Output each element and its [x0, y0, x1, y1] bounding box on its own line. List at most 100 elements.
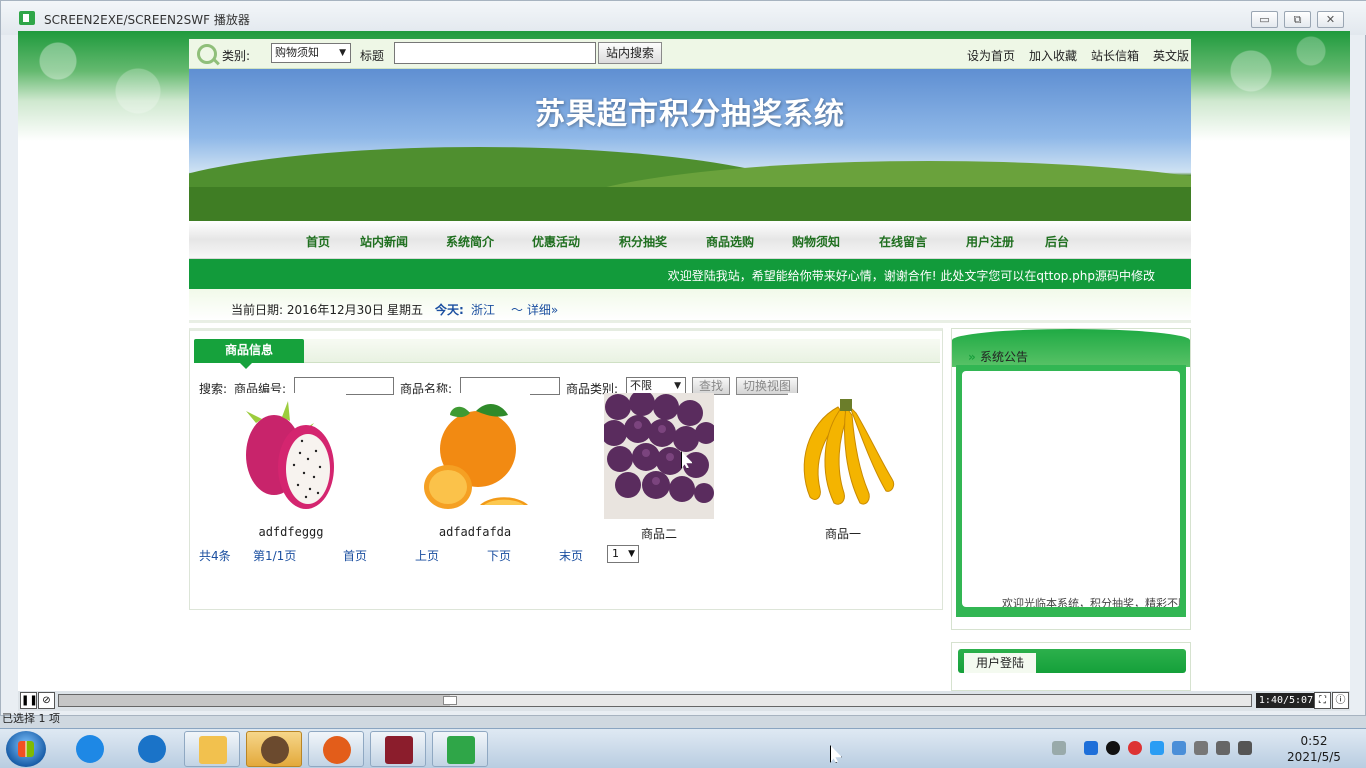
page-select[interactable]: 1 ▼	[607, 545, 639, 563]
sogou-icon	[76, 735, 104, 763]
nav-shopping[interactable]: 商品选购	[706, 233, 754, 250]
prev-page-link[interactable]: 上页	[415, 547, 439, 564]
nav-shopping-guide[interactable]: 购物须知	[792, 233, 840, 250]
last-page-link[interactable]: 末页	[559, 547, 583, 564]
nav-guestbook[interactable]: 在线留言	[879, 233, 927, 250]
nav-about[interactable]: 系统简介	[446, 233, 494, 250]
set-homepage-link[interactable]: 设为首页	[967, 49, 1015, 63]
website: 类别: 购物须知 ▼ 标题 站内搜索 设为首页 加入收藏 站长信箱 英文版 苏果超市积…	[189, 39, 1191, 691]
player-logo-icon	[19, 11, 35, 25]
settings-icon[interactable]: ⊘	[38, 692, 55, 709]
dropdown-arrow-icon: ▼	[628, 549, 635, 559]
keyboard-icon[interactable]	[1052, 741, 1066, 755]
game-icon	[323, 736, 351, 764]
taskbar-app-winrar[interactable]	[370, 731, 426, 767]
close-button[interactable]: ✕	[1317, 11, 1344, 28]
player-controls: ❚❚ ⊘ 1:40/5:07 ⛶ ⓘ	[18, 691, 1350, 711]
date-bar: 当前日期: 2016年12月30日 星期五 今天: 浙江 ～ 详细»	[189, 289, 1191, 323]
taskbar: 0:52 2021/5/5	[0, 728, 1366, 768]
product-name[interactable]: adfdfeggg	[236, 525, 346, 539]
nav-news[interactable]: 站内新闻	[360, 233, 408, 250]
product-name[interactable]: 商品二	[604, 525, 714, 542]
folder-icon	[199, 736, 227, 764]
user-login-panel: 用户登陆	[951, 642, 1191, 691]
screen2swf-icon	[447, 736, 475, 764]
dropdown-arrow-icon: ▼	[339, 48, 346, 58]
page-indicator: 第1/1页	[253, 549, 297, 563]
usb-icon[interactable]	[1194, 741, 1208, 755]
notice-title: 系统公告	[968, 348, 1028, 365]
products-panel: 商品信息 搜索: 商品编号: 商品名称: 商品类别: 不限 ▼ 查找 切换视图	[189, 328, 943, 610]
tab-products[interactable]: 商品信息	[194, 339, 304, 369]
add-favorite-link[interactable]: 加入收藏	[1029, 49, 1077, 63]
taskbar-app-game[interactable]	[308, 731, 364, 767]
product-name[interactable]: adfadfafda	[420, 525, 530, 539]
grape-image[interactable]	[604, 393, 714, 519]
nav-register[interactable]: 用户注册	[966, 233, 1014, 250]
orange-image[interactable]	[420, 393, 530, 519]
banana-image[interactable]	[788, 393, 898, 519]
title-search-input[interactable]	[394, 42, 596, 64]
taskbar-clock[interactable]: 0:52 2021/5/5	[1280, 733, 1348, 765]
notice-body: 欢迎光临本系统，积分抽奖，精彩不断	[956, 365, 1186, 617]
fullscreen-icon[interactable]: ⛶	[1314, 692, 1331, 709]
dragonfruit-image[interactable]	[236, 393, 346, 519]
pause-icon[interactable]: ❚❚	[20, 692, 38, 709]
main-nav: 首页 站内新闻 系统简介 优惠活动 积分抽奖 商品选购 购物须知 在线留言 用户…	[189, 221, 1191, 259]
progress-track[interactable]	[58, 694, 1252, 707]
network-shield-icon[interactable]	[1150, 741, 1164, 755]
taskbar-app-screen2swf[interactable]	[432, 731, 488, 767]
product-card[interactable]: adfadfafda	[420, 393, 530, 539]
notice-scroll-text: 欢迎光临本系统，积分抽奖，精彩不断	[1002, 597, 1180, 607]
product-card[interactable]: adfdfeggg	[236, 393, 346, 539]
weekday: 星期五	[387, 303, 424, 317]
progress-fill	[59, 695, 450, 706]
next-page-link[interactable]: 下页	[487, 547, 511, 564]
weather-detail-link[interactable]: ～ 详细»	[511, 301, 558, 318]
recording-viewport: 类别: 购物须知 ▼ 标题 站内搜索 设为首页 加入收藏 站长信箱 英文版 苏果超市积…	[18, 31, 1350, 691]
background-pattern-left	[18, 31, 189, 141]
signal-icon[interactable]	[1238, 741, 1252, 755]
category-select[interactable]: 购物须知 ▼	[271, 43, 351, 63]
restore-button[interactable]: ⧉	[1284, 11, 1311, 28]
taskbar-app-sogou[interactable]	[62, 731, 118, 767]
winrar-icon	[385, 736, 413, 764]
total-count: 共4条	[199, 549, 231, 563]
product-card[interactable]: 商品一	[788, 393, 898, 542]
clock-time: 0:52	[1300, 734, 1328, 748]
today-label: 今天:	[435, 303, 464, 317]
avatar-icon	[261, 736, 289, 764]
product-name[interactable]: 商品一	[788, 525, 898, 542]
taskbar-app-explorer[interactable]	[184, 731, 240, 767]
info-icon[interactable]: ⓘ	[1332, 692, 1349, 709]
product-card[interactable]: 商品二	[604, 393, 714, 542]
title-label: 标题	[360, 49, 385, 63]
nav-home[interactable]: 首页	[306, 233, 330, 250]
english-version-link[interactable]: 英文版	[1153, 49, 1189, 63]
category-label: 类别:	[222, 49, 251, 63]
magnifier-icon	[197, 44, 217, 64]
nav-lottery[interactable]: 积分抽奖	[619, 233, 667, 250]
qq-icon[interactable]	[1106, 741, 1120, 755]
minimize-button[interactable]: ▭	[1251, 11, 1278, 28]
start-button[interactable]	[6, 731, 46, 767]
banner-field	[189, 187, 1191, 221]
site-topbar: 类别: 购物须知 ▼ 标题 站内搜索 设为首页 加入收藏 站长信箱 英文版	[189, 39, 1191, 69]
security-icon[interactable]	[1128, 741, 1142, 755]
first-page-link[interactable]: 首页	[343, 547, 367, 564]
taskbar-app-k[interactable]	[124, 731, 180, 767]
tray-app-icon[interactable]	[1084, 741, 1098, 755]
nav-promotions[interactable]: 优惠活动	[532, 233, 580, 250]
player-titlebar: SCREEN2EXE/SCREEN2SWF 播放器 ▭ ⧉ ✕	[1, 1, 1366, 35]
progress-thumb[interactable]	[442, 696, 457, 705]
site-search-button[interactable]: 站内搜索	[598, 42, 662, 64]
webmaster-mail-link[interactable]: 站长信箱	[1091, 49, 1139, 63]
volume-icon[interactable]	[1216, 741, 1230, 755]
playback-time: 1:40/5:07	[1256, 693, 1316, 708]
taskbar-app-avatar[interactable]	[246, 731, 302, 767]
site-banner: 苏果超市积分抽奖系统	[189, 69, 1191, 221]
nav-admin[interactable]: 后台	[1045, 233, 1069, 250]
tray-window-icon[interactable]	[1172, 741, 1186, 755]
login-header: 用户登陆	[958, 649, 1186, 673]
clock-date: 2021/5/5	[1287, 750, 1341, 764]
